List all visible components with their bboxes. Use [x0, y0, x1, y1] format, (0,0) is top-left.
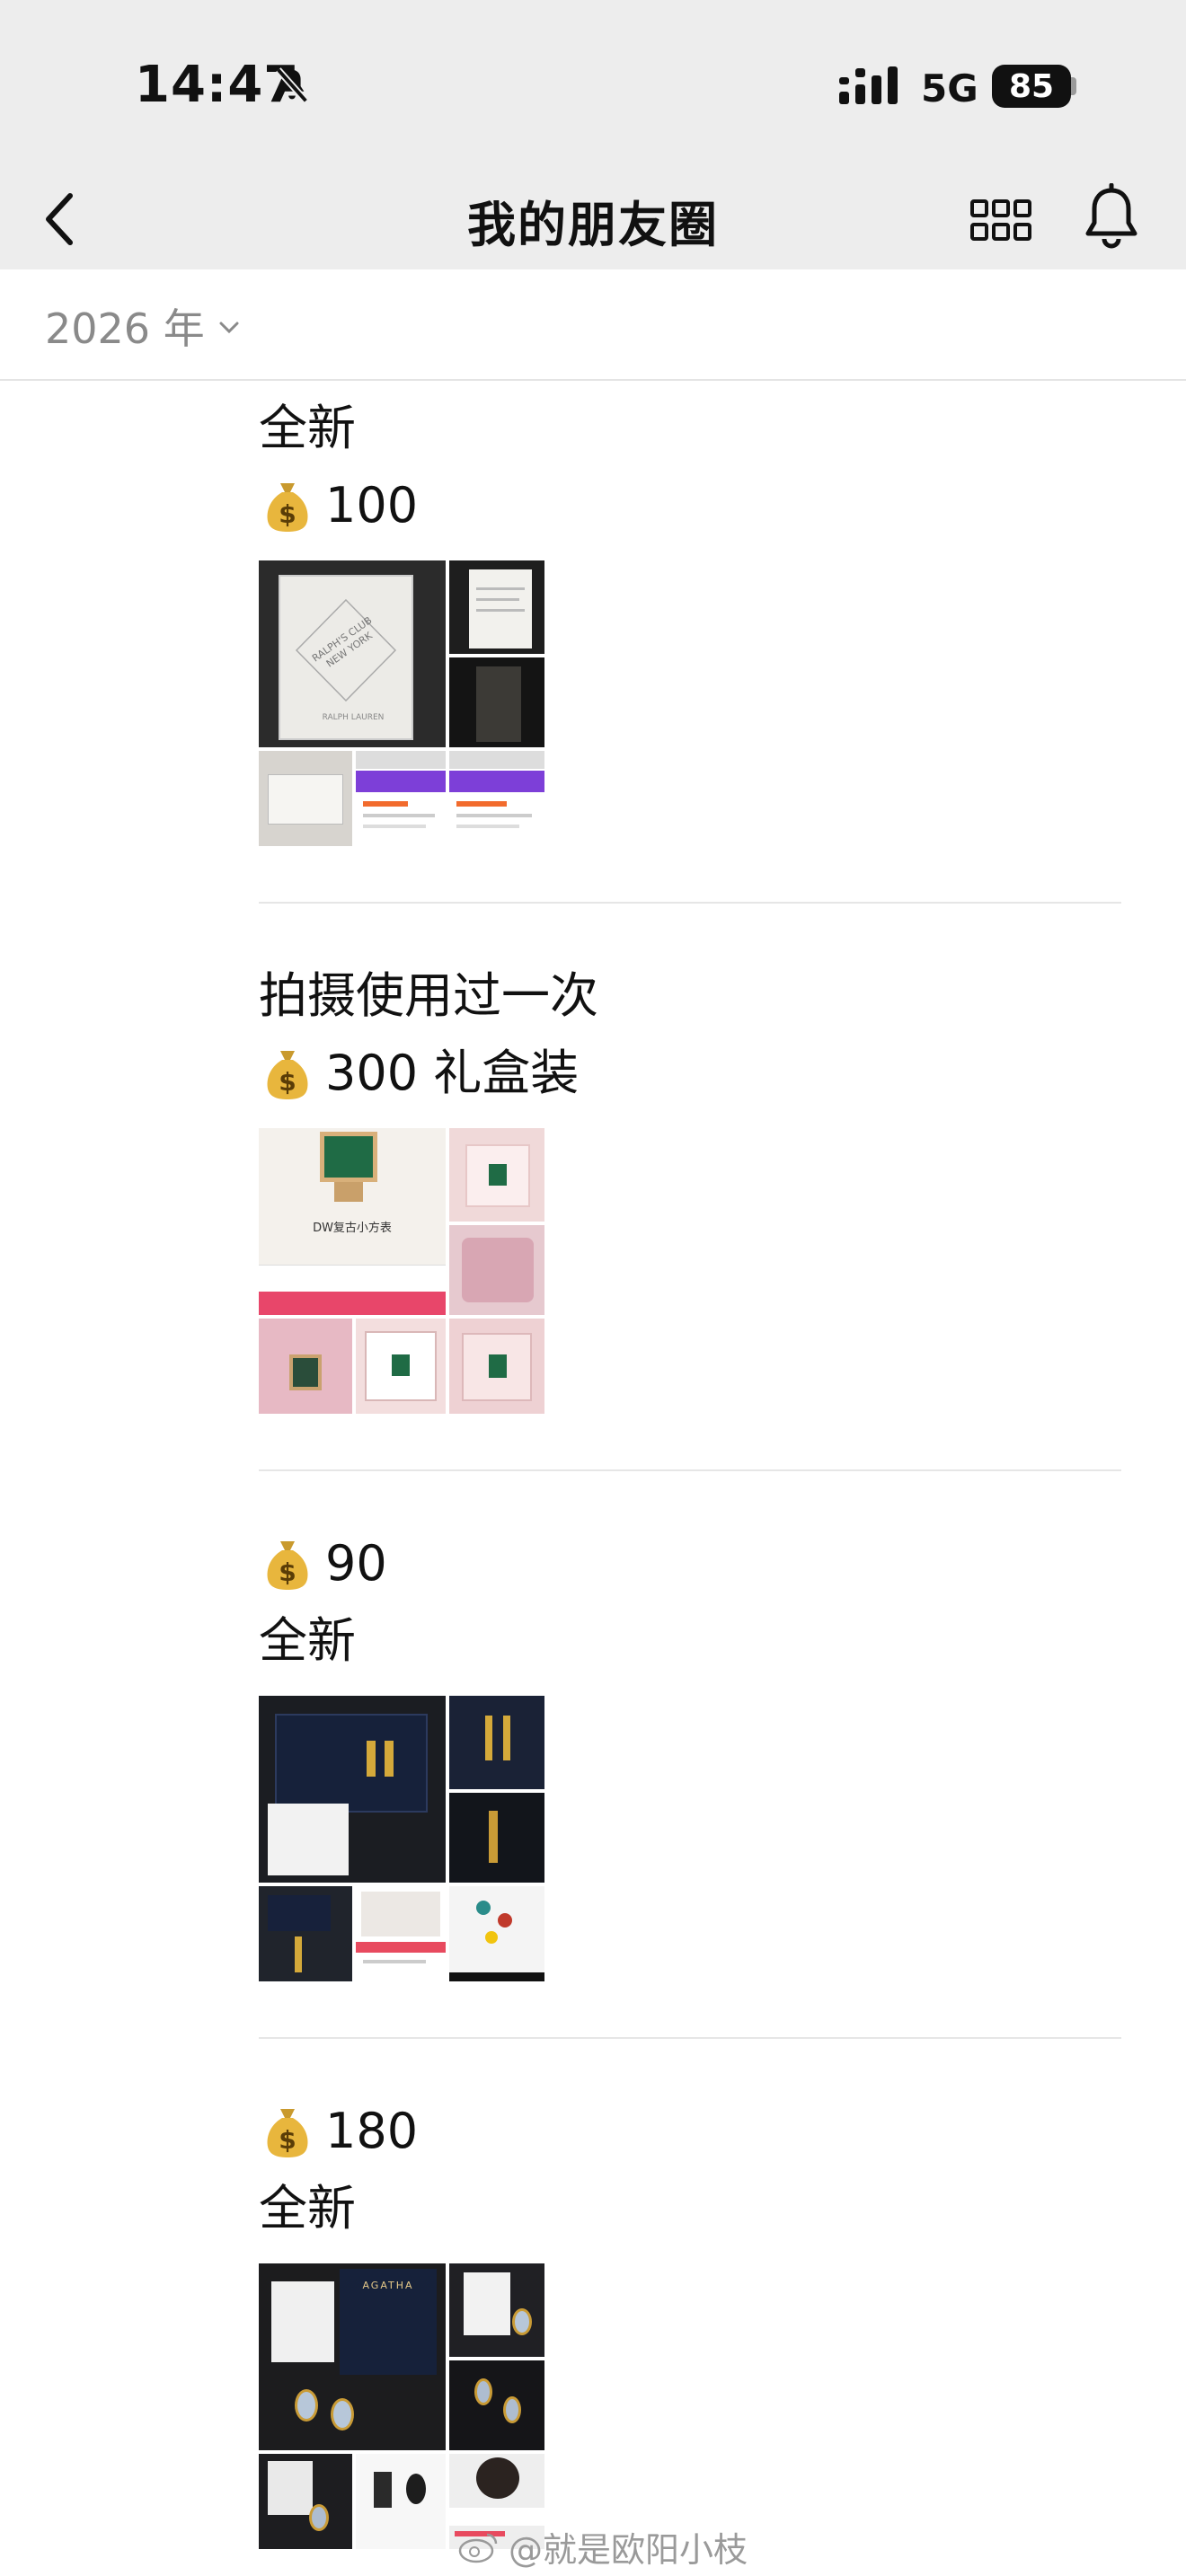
weibo-logo-icon [458, 2533, 498, 2563]
mute-bell-icon [275, 67, 309, 103]
post-price: 300 礼盒装 [325, 1045, 580, 1101]
post-text: 全新 [259, 2180, 356, 2236]
post-text: 全新 [259, 1612, 356, 1669]
perfume-brand-text: RALPH LAUREN [322, 713, 385, 722]
moment-post[interactable]: $ 180 全新 AGATHA [259, 2093, 1121, 2549]
notification-bell-icon[interactable] [1078, 183, 1145, 255]
photo-earrings-closeup [449, 1696, 544, 1789]
post-text: 全新 [259, 400, 356, 456]
post-price-line: $ 90 [259, 1525, 1121, 1602]
battery-indicator: 85 [992, 65, 1071, 108]
photo-agatha-pair [449, 2360, 544, 2450]
photo-collage[interactable]: RALPH'S CLUB NEW YORK RALPH LAUREN [259, 560, 544, 846]
photo-app-screenshot-2 [449, 751, 544, 846]
photo-collage[interactable] [259, 1696, 544, 1981]
post-text-line: 全新 [259, 390, 1121, 467]
post-price-line: $ 100 [259, 467, 1121, 544]
agatha-brand-text: AGATHA [362, 2280, 414, 2291]
post-price: 180 [325, 2103, 419, 2159]
year-filter-bar: 2026 年 [0, 269, 1186, 381]
watermark: @就是欧阳小枝 [456, 2522, 748, 2572]
battery-level: 85 [1008, 67, 1055, 105]
top-chrome: 14:47 5G 85 我的朋友圈 [0, 0, 1186, 269]
photo-earrings-colorful [449, 1886, 544, 1981]
money-bag-icon: $ [267, 1541, 308, 1590]
post-price-line: $ 180 [259, 2093, 1121, 2170]
post-text: 拍摄使用过一次 [259, 967, 598, 1024]
money-bag-icon: $ [267, 483, 308, 532]
photo-earrings-tag [259, 1886, 352, 1981]
photo-watch-open-box [356, 1319, 446, 1414]
money-bag-icon: $ [267, 2109, 308, 2157]
watch-caption: DW复古小方表 [313, 1222, 392, 1235]
svg-text:$: $ [279, 1557, 296, 1587]
post-divider [259, 902, 1121, 904]
photo-watch-product: DW复古小方表 [259, 1128, 446, 1315]
photo-earrings-dark [449, 1793, 544, 1883]
post-divider [259, 2037, 1121, 2039]
signal-icon [839, 66, 898, 104]
year-label: 2026 年 [45, 304, 205, 353]
photo-perfume-side [449, 657, 544, 747]
photo-perfume-bottom [259, 751, 352, 846]
photo-earrings-box [259, 1696, 446, 1883]
post-price-line: $ 300 礼盒装 [259, 1035, 1121, 1112]
photo-agatha-box: AGATHA [259, 2263, 446, 2450]
post-text-line: 全新 [259, 1602, 1121, 1680]
photo-watch-flowers [259, 1319, 352, 1414]
photo-app-screenshot [356, 751, 446, 846]
photo-agatha-bag [259, 2454, 352, 2549]
moment-post[interactable]: 拍摄使用过一次 $ 300 礼盒装 DW复古小方表 [259, 957, 1121, 1414]
photo-perfume-back [449, 560, 544, 654]
photo-watch-box [449, 1128, 544, 1222]
svg-text:$: $ [279, 1067, 296, 1097]
status-bar: 14:47 5G 85 [0, 0, 1186, 171]
moment-post[interactable]: $ 90 全新 [259, 1525, 1121, 1981]
chevron-down-icon [219, 322, 239, 334]
nav-bar: 我的朋友圈 [0, 171, 1186, 269]
post-text-line: 全新 [259, 2170, 1121, 2247]
photo-agatha-detail [356, 2454, 446, 2549]
photo-perfume-box: RALPH'S CLUB NEW YORK RALPH LAUREN [259, 560, 446, 747]
network-type: 5G [921, 66, 978, 110]
year-selector[interactable]: 2026 年 [45, 296, 244, 356]
photo-gift-box [449, 1225, 544, 1315]
photo-watch-box-2 [449, 1319, 544, 1414]
svg-text:$: $ [279, 499, 296, 529]
photo-collage[interactable]: AGATHA [259, 2263, 544, 2549]
grid-view-icon[interactable] [969, 189, 1033, 253]
photo-earrings-screenshot [356, 1886, 446, 1981]
photo-collage[interactable]: DW复古小方表 [259, 1128, 544, 1414]
post-text-line: 拍摄使用过一次 [259, 957, 1121, 1035]
money-bag-icon: $ [267, 1051, 308, 1099]
post-divider [259, 1469, 1121, 1471]
photo-agatha-tag [449, 2263, 544, 2357]
post-price: 100 [325, 477, 419, 534]
watermark-text: @就是欧阳小枝 [509, 2530, 748, 2570]
post-price: 90 [325, 1535, 387, 1592]
moment-post[interactable]: 全新 $ 100 RALPH'S CLUB NEW YORK RALPH LAU… [259, 390, 1121, 846]
svg-text:$: $ [279, 2125, 296, 2155]
battery-tip [1071, 77, 1076, 95]
